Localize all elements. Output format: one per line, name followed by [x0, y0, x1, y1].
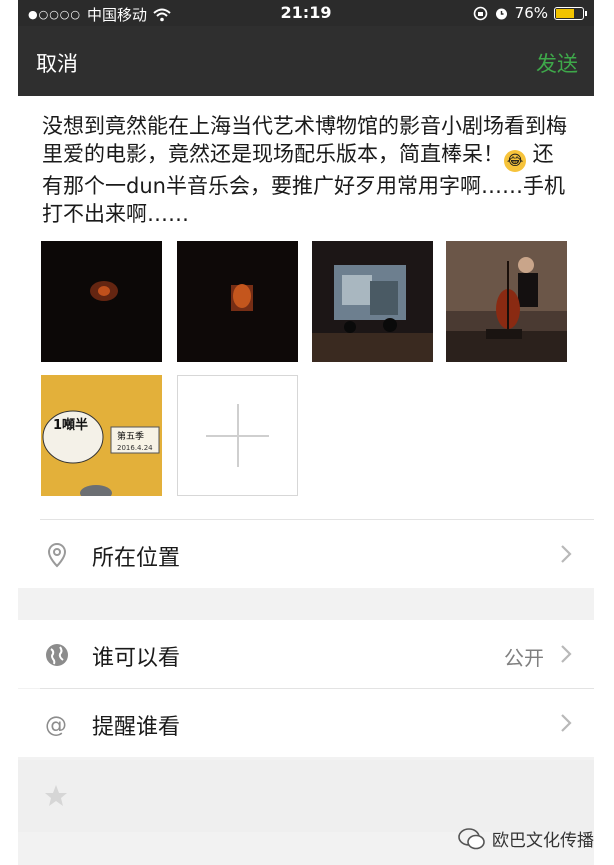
chevron-right-icon	[561, 714, 572, 732]
post-text-input[interactable]: 没想到竟然能在上海当代艺术博物馆的影音小剧场看到梅里爱的电影，竟然还是现场配乐版…	[42, 112, 570, 228]
location-label: 所在位置	[92, 546, 181, 571]
photo-thumbnail-2[interactable]	[177, 241, 298, 362]
photo-5-image: 1噸半 第五季 2016.4.24	[41, 375, 162, 496]
photo-1-image	[41, 241, 162, 362]
photo-thumbnail-5[interactable]: 1噸半 第五季 2016.4.24	[41, 375, 162, 496]
photo-5-ticket-title: 1噸半	[53, 417, 88, 433]
location-pin-icon	[47, 542, 67, 568]
status-right: 76%	[473, 4, 587, 22]
post-text-part-1: 没想到竟然能在上海当代艺术博物馆的影音小剧场看到梅里爱的电影，竟然还是现场配乐版…	[42, 114, 567, 166]
nav-bar: 取消 发送	[18, 26, 594, 96]
alarm-icon	[495, 8, 507, 19]
photo-3-image	[312, 241, 433, 362]
chevron-right-icon	[561, 545, 572, 563]
laughing-tears-emoji-icon: 😂	[504, 150, 526, 172]
photo-5-season: 第五季	[117, 430, 144, 442]
mention-label: 提醒谁看	[92, 715, 181, 740]
battery-icon	[554, 6, 587, 20]
battery-tip	[585, 10, 587, 16]
mention-row[interactable]: @ 提醒谁看	[18, 689, 594, 757]
compose-area: 没想到竟然能在上海当代艺术博物馆的影音小剧场看到梅里爱的电影，竟然还是现场配乐版…	[18, 96, 594, 588]
watermark: 欧巴文化传播	[458, 826, 594, 851]
photo-2-image	[177, 241, 298, 362]
location-row[interactable]: 所在位置	[18, 520, 594, 588]
chevron-right-icon	[561, 645, 572, 663]
plus-icon-vertical	[237, 404, 239, 467]
phone-screen: ●○○○○ 中国移动 21:19 76% 取消 发送 没想到竟然能在上海当代艺术…	[18, 0, 594, 865]
svg-text:@: @	[45, 713, 67, 737]
photo-4-image	[446, 241, 567, 362]
send-button[interactable]: 发送	[536, 48, 578, 78]
photo-thumbnail-1[interactable]	[41, 241, 162, 362]
photo-thumbnail-4[interactable]	[446, 241, 567, 362]
watermark-text: 欧巴文化传播	[492, 831, 594, 851]
cancel-button[interactable]: 取消	[36, 48, 78, 78]
star-icon[interactable]	[42, 782, 70, 810]
globe-icon	[46, 644, 68, 666]
status-bar: ●○○○○ 中国移动 21:19 76%	[18, 0, 594, 26]
at-sign-icon: @	[45, 713, 67, 737]
add-photo-button[interactable]	[177, 375, 298, 496]
orientation-lock-icon	[473, 6, 487, 20]
battery-fill	[556, 8, 574, 18]
visibility-value: 公开	[504, 646, 544, 670]
photo-5-date: 2016.4.24	[117, 444, 153, 452]
battery-percent: 76%	[514, 4, 548, 22]
visibility-label: 谁可以看	[92, 646, 181, 671]
footer-bar	[18, 760, 594, 832]
photo-thumbnail-3[interactable]	[312, 241, 433, 362]
wechat-logo-icon	[458, 827, 485, 849]
visibility-row[interactable]: 谁可以看 公开	[18, 620, 594, 688]
